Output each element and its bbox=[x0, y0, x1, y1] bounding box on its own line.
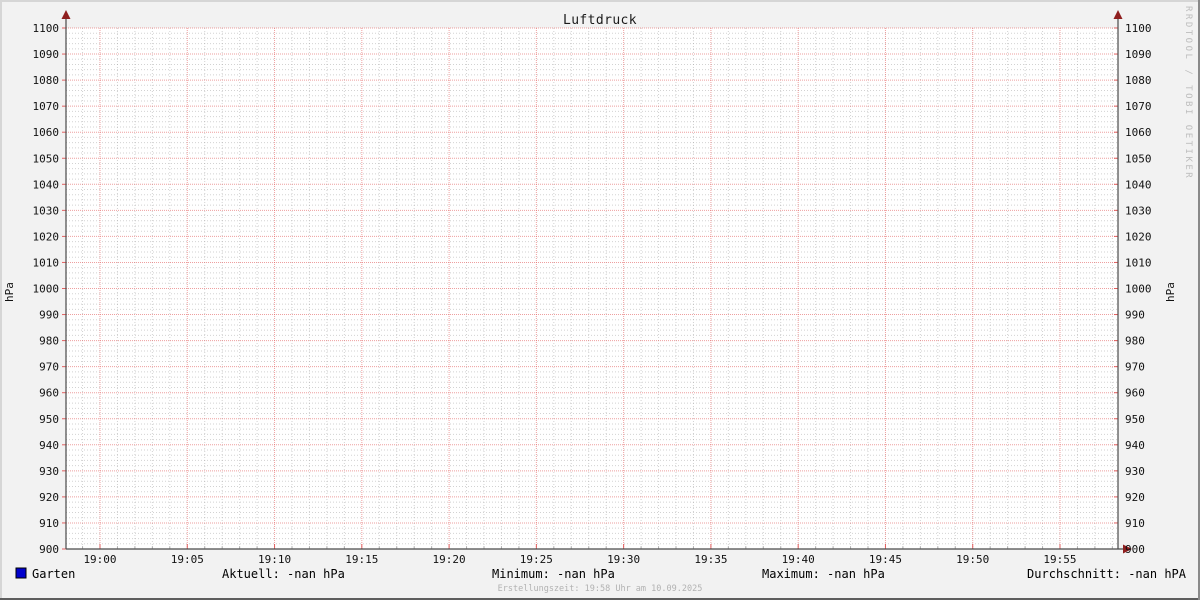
y-axis-tick-label: 1060 bbox=[33, 126, 60, 139]
y-axis-tick-label: 940 bbox=[1125, 439, 1145, 452]
y-axis-tick-label: 940 bbox=[39, 439, 59, 452]
y-axis-tick-label: 1010 bbox=[1125, 256, 1152, 269]
y-axis-tick-label: 980 bbox=[39, 335, 59, 348]
y-axis-tick-label: 970 bbox=[39, 361, 59, 374]
bevel-left bbox=[0, 0, 2, 600]
y-axis-tick-label: 910 bbox=[39, 517, 59, 530]
y-axis-tick-label: 1020 bbox=[1125, 230, 1152, 243]
x-axis-tick-label: 19:40 bbox=[782, 553, 815, 566]
y-axis-tick-label: 1100 bbox=[33, 22, 60, 35]
y-axis-tick-label: 920 bbox=[1125, 491, 1145, 504]
y-axis-tick-label: 1040 bbox=[33, 178, 60, 191]
stat-durchschnitt: Durchschnitt: -nan hPA bbox=[1027, 567, 1187, 581]
creation-time-footer: Erstellungszeit: 19:58 Uhr am 10.09.2025 bbox=[498, 584, 703, 594]
x-axis-tick-label: 19:55 bbox=[1043, 553, 1076, 566]
stat-aktuell: Aktuell: -nan hPa bbox=[222, 567, 345, 581]
y-axis-tick-label: 900 bbox=[1125, 543, 1145, 556]
y-axis-tick-label: 990 bbox=[1125, 309, 1145, 322]
y-axis-unit-right: hPa bbox=[1164, 282, 1177, 302]
y-axis-tick-label: 920 bbox=[39, 491, 59, 504]
chart-title: Luftdruck bbox=[563, 13, 637, 28]
x-axis-tick-label: 19:45 bbox=[869, 553, 902, 566]
stat-minimum: Minimum: -nan hPa bbox=[492, 567, 615, 581]
y-axis-tick-label: 910 bbox=[1125, 517, 1145, 530]
y-axis-tick-label: 1050 bbox=[33, 152, 60, 165]
y-axis-tick-label: 1040 bbox=[1125, 178, 1152, 191]
y-axis-tick-label: 1020 bbox=[33, 230, 60, 243]
y-axis-unit-left: hPa bbox=[3, 282, 16, 302]
x-axis-tick-label: 19:10 bbox=[258, 553, 291, 566]
y-axis-tick-label: 1030 bbox=[33, 204, 60, 217]
y-axis-tick-label: 1080 bbox=[33, 74, 60, 87]
y-axis-tick-label: 1070 bbox=[1125, 100, 1152, 113]
pressure-chart: 900 910 920 930 940 950 960 970 980 990 1000 1010 10… bbox=[0, 0, 1200, 600]
x-axis-tick-label: 19:00 bbox=[83, 553, 116, 566]
y-axis-tick-label: 1010 bbox=[33, 256, 60, 269]
x-axis-tick-label: 19:05 bbox=[171, 553, 204, 566]
y-axis-tick-label: 980 bbox=[1125, 335, 1145, 348]
y-axis-tick-label: 900 bbox=[39, 543, 59, 556]
y-axis-tick-label: 950 bbox=[39, 413, 59, 426]
y-axis-tick-label: 990 bbox=[39, 309, 59, 322]
y-axis-tick-label: 950 bbox=[1125, 413, 1145, 426]
rrdtool-watermark: RRDTOOL / TOBI OETIKER bbox=[1183, 6, 1193, 180]
x-axis-tick-label: 19:35 bbox=[694, 553, 727, 566]
legend-color-swatch bbox=[16, 568, 26, 578]
y-axis-tick-label: 1000 bbox=[33, 283, 60, 296]
x-axis-tick-label: 19:30 bbox=[607, 553, 640, 566]
y-axis-tick-label: 1070 bbox=[33, 100, 60, 113]
x-axis-tick-label: 19:50 bbox=[956, 553, 989, 566]
y-axis-tick-label: 1100 bbox=[1125, 22, 1152, 35]
legend-label: Garten bbox=[32, 567, 75, 581]
y-axis-tick-label: 1050 bbox=[1125, 152, 1152, 165]
y-axis-tick-label: 1090 bbox=[1125, 48, 1152, 61]
bevel-top bbox=[0, 0, 1200, 2]
y-axis-tick-label: 970 bbox=[1125, 361, 1145, 374]
x-axis-tick-label: 19:25 bbox=[520, 553, 553, 566]
rrdtool-graph-image: 900 910 920 930 940 950 960 970 980 990 1000 1010 10… bbox=[0, 0, 1200, 600]
y-axis-tick-label: 960 bbox=[1125, 387, 1145, 400]
y-axis-tick-label: 930 bbox=[39, 465, 59, 478]
y-axis-tick-label: 1080 bbox=[1125, 74, 1152, 87]
y-axis-tick-label: 1000 bbox=[1125, 283, 1152, 296]
y-axis-tick-label: 960 bbox=[39, 387, 59, 400]
y-axis-tick-label: 1090 bbox=[33, 48, 60, 61]
x-axis-tick-label: 19:15 bbox=[345, 553, 378, 566]
stat-maximum: Maximum: -nan hPa bbox=[762, 567, 885, 581]
y-axis-tick-label: 1030 bbox=[1125, 204, 1152, 217]
y-axis-tick-label: 1060 bbox=[1125, 126, 1152, 139]
y-axis-tick-label: 930 bbox=[1125, 465, 1145, 478]
x-axis-tick-label: 19:20 bbox=[433, 553, 466, 566]
